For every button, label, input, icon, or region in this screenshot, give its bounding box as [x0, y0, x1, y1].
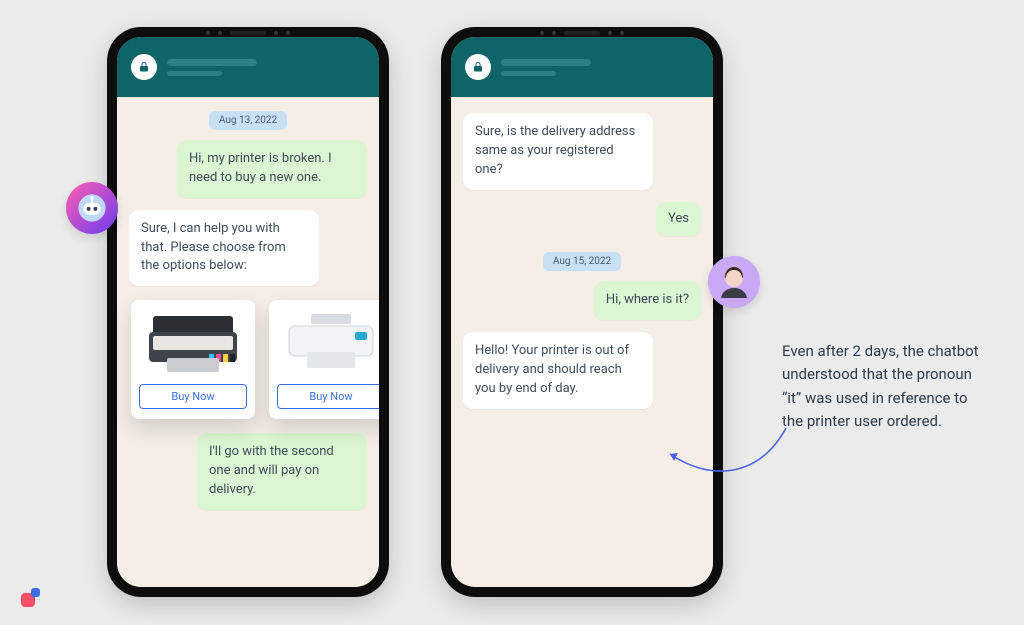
phone-right: Sure, is the delivery address same as yo…	[441, 27, 723, 597]
product-options: Buy Now Bu	[129, 300, 379, 419]
user-message: Hi, where is it?	[594, 281, 701, 320]
date-chip: Aug 13, 2022	[209, 111, 287, 130]
chat-header	[117, 37, 379, 97]
printer-image-2	[277, 308, 379, 378]
user-message: I'll go with the second one and will pay…	[197, 433, 367, 510]
user-message: Hi, my printer is broken. I need to buy …	[177, 140, 367, 198]
user-message: Yes	[656, 202, 701, 237]
phone-notch	[206, 31, 290, 35]
phone-right-screen: Sure, is the delivery address same as yo…	[451, 37, 713, 587]
illustration-stage: Aug 13, 2022 Hi, my printer is broken. I…	[0, 0, 1024, 625]
brand-logo-icon	[20, 587, 42, 609]
messages-left: Aug 13, 2022 Hi, my printer is broken. I…	[117, 97, 379, 587]
bot-message: Hello! Your printer is out of delivery a…	[463, 332, 653, 409]
buy-now-button-1[interactable]: Buy Now	[139, 384, 247, 409]
product-card-1[interactable]: Buy Now	[131, 300, 255, 419]
printer-image-1	[139, 308, 247, 378]
phone-left: Aug 13, 2022 Hi, my printer is broken. I…	[107, 27, 389, 597]
buy-now-button-2[interactable]: Buy Now	[277, 384, 379, 409]
phone-notch	[540, 31, 624, 35]
bot-message: Sure, is the delivery address same as yo…	[463, 113, 653, 190]
bot-message: Sure, I can help you with that. Please c…	[129, 210, 319, 287]
messages-right: Sure, is the delivery address same as yo…	[451, 97, 713, 587]
chat-header	[451, 37, 713, 97]
contact-avatar	[465, 54, 491, 80]
product-card-2[interactable]: Buy Now	[269, 300, 379, 419]
phone-left-screen: Aug 13, 2022 Hi, my printer is broken. I…	[117, 37, 379, 587]
contact-name-placeholder	[501, 59, 699, 76]
contact-avatar	[131, 54, 157, 80]
lock-icon	[138, 61, 150, 73]
contact-name-placeholder	[167, 59, 365, 76]
lock-icon	[472, 61, 484, 73]
chatbot-avatar	[66, 182, 118, 234]
annotation-text: Even after 2 days, the chatbot understoo…	[782, 340, 992, 433]
human-avatar	[708, 256, 760, 308]
date-chip: Aug 15, 2022	[543, 252, 621, 271]
